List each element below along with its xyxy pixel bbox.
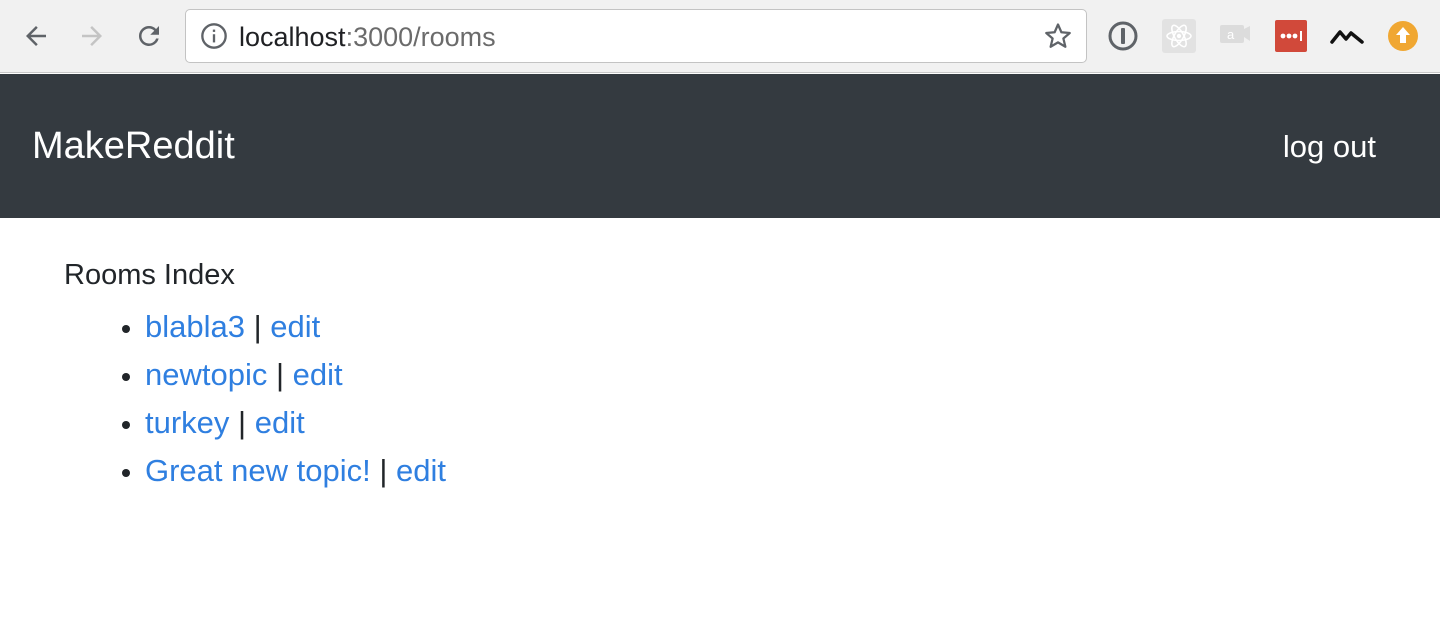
address-bar[interactable]: localhost:3000/rooms — [185, 9, 1087, 63]
chat-extension-icon[interactable]: a — [1218, 19, 1252, 53]
url-text[interactable]: localhost:3000/rooms — [239, 21, 496, 53]
separator: | — [275, 357, 285, 392]
navbar: MakeReddit log out — [0, 74, 1440, 218]
rooms-list: blabla3 | edit newtopic | edit turkey | … — [64, 303, 1364, 495]
list-item: Great new topic! | edit — [145, 447, 1364, 495]
svg-text:a: a — [1227, 27, 1235, 42]
edit-link[interactable]: edit — [270, 309, 320, 344]
star-icon[interactable] — [1043, 21, 1073, 51]
brand-link[interactable]: MakeReddit — [32, 124, 235, 168]
info-icon[interactable] — [200, 22, 228, 50]
main-content: Rooms Index blabla3 | edit newtopic | ed… — [64, 255, 1364, 495]
mountains-glyph — [1330, 30, 1364, 44]
edit-link[interactable]: edit — [293, 357, 343, 392]
arrow-left-icon — [26, 26, 46, 46]
chat-glyph: a — [1220, 25, 1250, 43]
onepassword-glyph — [1108, 21, 1138, 51]
lastpass-glyph — [1275, 20, 1307, 52]
list-item: newtopic | edit — [145, 351, 1364, 399]
edit-link[interactable]: edit — [396, 453, 446, 488]
browser-toolbar: localhost:3000/rooms a — [0, 0, 1440, 73]
upload-glyph — [1388, 21, 1418, 51]
separator: | — [379, 453, 388, 488]
forward-button[interactable] — [74, 18, 110, 54]
url-path: :3000/rooms — [345, 22, 496, 52]
onepassword-icon[interactable] — [1106, 19, 1140, 53]
separator: | — [253, 309, 262, 344]
url-host: localhost — [239, 22, 346, 52]
room-link[interactable]: turkey — [145, 405, 229, 440]
page-title: Rooms Index — [64, 259, 235, 291]
react-glyph — [1162, 19, 1196, 53]
react-devtools-icon[interactable] — [1162, 19, 1196, 53]
logout-link[interactable]: log out — [1283, 128, 1376, 166]
edit-link[interactable]: edit — [255, 405, 305, 440]
arrow-right-icon — [82, 26, 102, 46]
reload-icon — [138, 25, 159, 46]
list-item: turkey | edit — [145, 399, 1364, 447]
reload-button[interactable] — [131, 18, 167, 54]
room-link[interactable]: newtopic — [145, 357, 267, 392]
upload-icon[interactable] — [1386, 19, 1420, 53]
room-link[interactable]: Great new topic! — [145, 453, 371, 488]
list-item: blabla3 | edit — [145, 303, 1364, 351]
back-button[interactable] — [18, 18, 54, 54]
room-link[interactable]: blabla3 — [145, 309, 245, 344]
feedly-icon[interactable] — [1330, 19, 1364, 53]
lastpass-icon[interactable] — [1274, 19, 1308, 53]
separator: | — [238, 405, 247, 440]
